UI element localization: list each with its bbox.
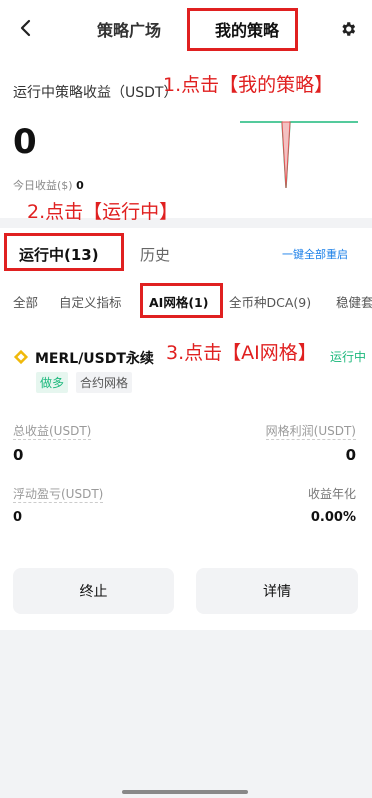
annotation-box-my-strategies — [187, 8, 298, 51]
annualized-value: 0.00% — [310, 510, 356, 525]
restart-all-link[interactable]: 一键全部重启 — [282, 246, 348, 262]
back-icon[interactable] — [14, 16, 38, 40]
floating-pnl-label[interactable]: 浮动盈亏(USDT) — [13, 485, 104, 503]
today-earnings: 今日收益($) 0 — [13, 177, 84, 193]
total-earnings-value: 0 — [13, 122, 37, 162]
summary-title: 运行中策略收益（USDT） — [13, 85, 178, 101]
grid-profit-value: 0 — [345, 446, 356, 464]
tab-history[interactable]: 历史 — [140, 244, 170, 265]
gear-icon[interactable] — [339, 20, 357, 38]
floating-pnl-value: 0 — [13, 510, 23, 525]
top-bar: 策略广场 我的策略 — [0, 0, 372, 60]
filter-all[interactable]: 全部 — [13, 292, 38, 311]
merl-coin-icon — [13, 349, 29, 365]
home-indicator — [122, 790, 248, 794]
annotation-box-running — [4, 233, 124, 271]
total-profit-label[interactable]: 总收益(USDT) — [13, 422, 92, 440]
detail-button[interactable]: 详情 — [196, 568, 358, 614]
type-tag: 合约网格 — [76, 372, 133, 393]
strategy-pair[interactable]: MERL/USDT永续 — [35, 348, 154, 368]
filter-custom-indicator[interactable]: 自定义指标 — [59, 292, 122, 311]
today-earnings-value: 0 — [76, 179, 84, 192]
filter-stable[interactable]: 稳健套 — [336, 292, 372, 311]
annotation-step3: 3.点击【AI网格】 — [166, 342, 317, 364]
stop-button[interactable]: 终止 — [13, 568, 174, 614]
annualized-label: 收益年化 — [307, 487, 356, 501]
today-earnings-label: 今日收益($) — [13, 179, 73, 192]
earnings-sparkline — [240, 121, 358, 189]
annotation-box-ai-grid — [140, 283, 223, 318]
annotation-step2: 2.点击【运行中】 — [27, 201, 179, 223]
filter-all-coin-dca[interactable]: 全币种DCA(9) — [229, 292, 311, 311]
total-profit-value: 0 — [13, 446, 24, 464]
strategy-status: 运行中 — [330, 350, 367, 364]
direction-tag: 做多 — [36, 372, 69, 393]
tab-strategy-square[interactable]: 策略广场 — [97, 17, 161, 41]
grid-profit-label[interactable]: 网格利润(USDT) — [265, 422, 356, 440]
annotation-step1: 1.点击【我的策略】 — [163, 74, 334, 96]
